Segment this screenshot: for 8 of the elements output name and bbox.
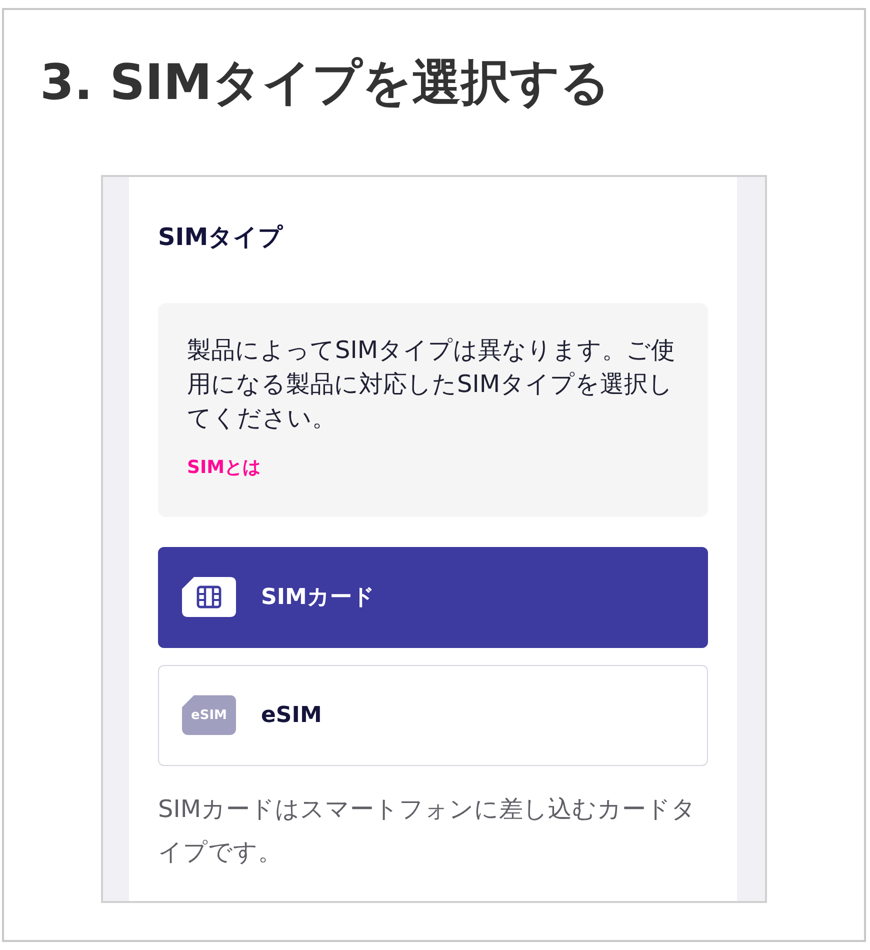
info-text: 製品によってSIMタイプは異なります。ご使用になる製品に対応したSIMタイプを選択してください。 [187, 334, 676, 434]
esim-option-button[interactable]: eSIM eSIM [158, 664, 708, 766]
esim-chip-tile: eSIM [182, 695, 236, 736]
page-title: 3. SIMタイプを選択する [40, 54, 610, 113]
sim-card-option-button[interactable]: SIMカード [158, 546, 708, 648]
section-heading: SIMタイプ [158, 222, 284, 253]
description-text: SIMカードはスマートフォンに差し込むカードタイプです。 [158, 794, 698, 868]
sim-card-icon [182, 577, 236, 618]
